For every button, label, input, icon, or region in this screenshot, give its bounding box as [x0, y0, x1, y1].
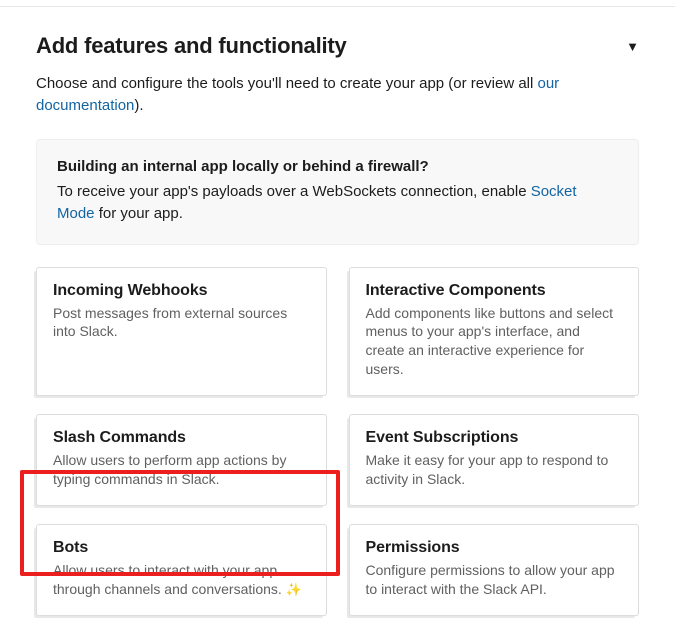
card-desc: Allow users to perform app actions by ty…	[53, 451, 310, 489]
card-bots[interactable]: Bots Allow users to interact with your a…	[36, 524, 327, 616]
card-desc: Make it easy for your app to respond to …	[366, 451, 623, 489]
feature-grid: Incoming Webhooks Post messages from ext…	[36, 267, 639, 616]
card-title: Incoming Webhooks	[53, 282, 310, 300]
card-slash-commands[interactable]: Slash Commands Allow users to perform ap…	[36, 414, 327, 506]
callout-body-prefix: To receive your app's payloads over a We…	[57, 183, 531, 200]
intro-text: Choose and configure the tools you'll ne…	[36, 73, 639, 117]
card-title: Event Subscriptions	[366, 429, 623, 447]
card-desc: Configure permissions to allow your app …	[366, 561, 623, 599]
card-desc: Add components like buttons and select m…	[366, 304, 623, 380]
card-desc: Allow users to interact with your app th…	[53, 561, 310, 599]
sparkle-icon: ✨	[286, 582, 302, 597]
caret-down-icon: ▼	[626, 39, 639, 54]
callout-title: Building an internal app locally or behi…	[57, 158, 618, 175]
intro-suffix: ).	[134, 97, 143, 114]
card-event-subscriptions[interactable]: Event Subscriptions Make it easy for you…	[349, 414, 640, 506]
card-permissions[interactable]: Permissions Configure permissions to all…	[349, 524, 640, 616]
card-title: Permissions	[366, 539, 623, 557]
card-interactive-components[interactable]: Interactive Components Add components li…	[349, 267, 640, 397]
card-title: Bots	[53, 539, 310, 557]
card-incoming-webhooks[interactable]: Incoming Webhooks Post messages from ext…	[36, 267, 327, 397]
intro-prefix: Choose and configure the tools you'll ne…	[36, 75, 538, 92]
callout-body: To receive your app's payloads over a We…	[57, 181, 618, 226]
callout-body-suffix: for your app.	[95, 205, 183, 222]
section-header[interactable]: Add features and functionality ▼	[36, 33, 639, 59]
card-title: Interactive Components	[366, 282, 623, 300]
card-desc: Post messages from external sources into…	[53, 304, 310, 342]
section-title: Add features and functionality	[36, 33, 347, 59]
card-title: Slash Commands	[53, 429, 310, 447]
socket-mode-callout: Building an internal app locally or behi…	[36, 139, 639, 245]
